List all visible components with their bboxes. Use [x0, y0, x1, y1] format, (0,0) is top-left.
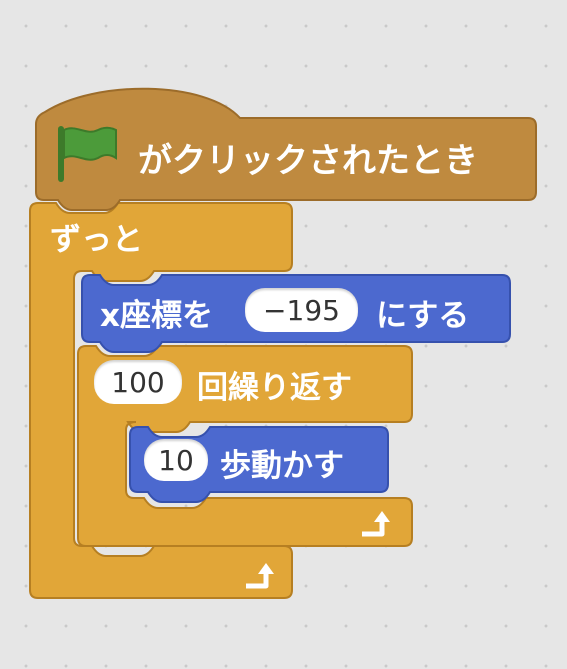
- repeat-count-input[interactable]: 100: [94, 360, 182, 404]
- move-block-label: 歩動かす: [220, 448, 344, 484]
- x-value-input[interactable]: −195: [245, 288, 358, 332]
- repeat-block-label: 回繰り返す: [197, 370, 352, 406]
- green-flag-icon[interactable]: [54, 122, 124, 186]
- move-steps-input[interactable]: 10: [144, 439, 208, 481]
- block-shapes: [29, 87, 537, 599]
- hat-block-label: がクリックされたとき: [138, 141, 478, 181]
- repeat-loop-arrow-icon: [362, 511, 390, 537]
- forever-loop-arrow-icon: [246, 563, 274, 589]
- forever-block-label: ずっと: [50, 222, 143, 258]
- script-area[interactable]: がクリックされたとき ずっと x座標を −195 にする 100 回繰り返す 1…: [0, 0, 567, 669]
- set-x-label: x座標を: [100, 298, 213, 334]
- set-x-suffix-label: にする: [376, 298, 470, 334]
